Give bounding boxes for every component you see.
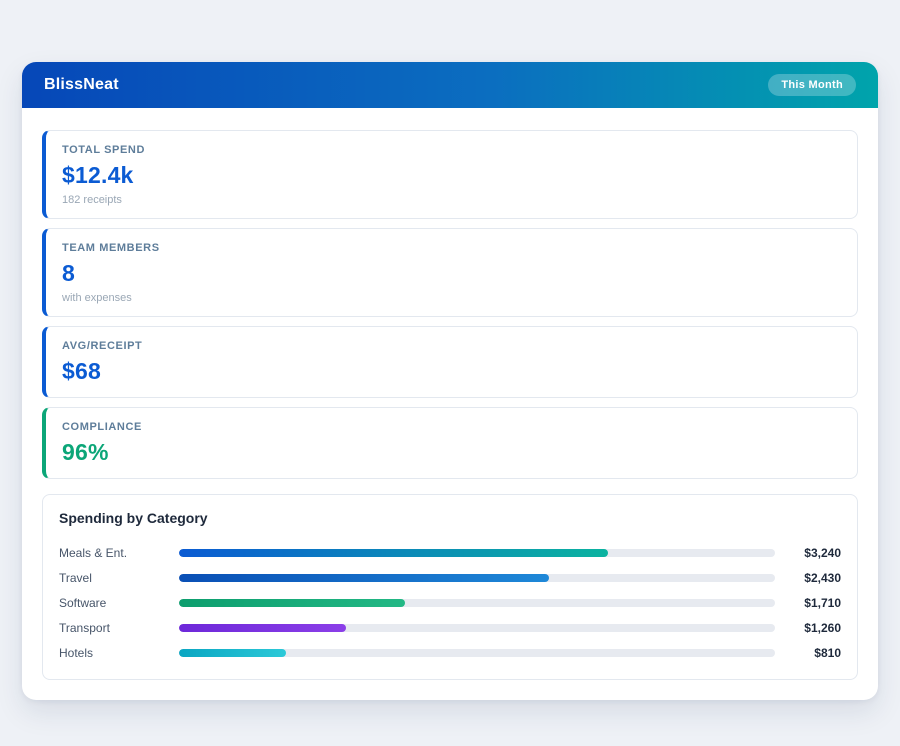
bar-track: [179, 649, 775, 657]
value-label: $810: [775, 646, 841, 660]
stat-label: COMPLIANCE: [62, 421, 841, 433]
app-header: BlissNeat This Month: [22, 62, 878, 108]
stat-subtext: 182 receipts: [62, 194, 841, 206]
stat-card-compliance: COMPLIANCE 96%: [42, 407, 858, 479]
chart-row-transport: Transport $1,260: [59, 615, 841, 640]
stat-label: TOTAL SPEND: [62, 144, 841, 156]
category-label: Software: [59, 596, 179, 610]
value-label: $2,430: [775, 571, 841, 585]
bar-fill-software: [179, 599, 405, 607]
category-label: Meals & Ent.: [59, 546, 179, 560]
spending-by-category-chart: Spending by Category Meals & Ent. $3,240…: [42, 494, 858, 680]
stat-label: TEAM MEMBERS: [62, 242, 841, 254]
value-label: $1,710: [775, 596, 841, 610]
bar-track: [179, 574, 775, 582]
dashboard-card: BlissNeat This Month TOTAL SPEND $12.4k …: [22, 62, 878, 700]
bar-track: [179, 549, 775, 557]
chart-row-software: Software $1,710: [59, 590, 841, 615]
stat-value: 8: [62, 260, 841, 287]
bar-track: [179, 599, 775, 607]
chart-title: Spending by Category: [59, 510, 841, 526]
stat-card-total-spend: TOTAL SPEND $12.4k 182 receipts: [42, 130, 858, 219]
chart-row-travel: Travel $2,430: [59, 565, 841, 590]
bar-fill-travel: [179, 574, 549, 582]
stat-card-avg-receipt: AVG/RECEIPT $68: [42, 326, 858, 398]
bar-fill-transport: [179, 624, 346, 632]
stat-value: 96%: [62, 439, 841, 466]
dashboard-body: TOTAL SPEND $12.4k 182 receipts TEAM MEM…: [22, 108, 878, 700]
stat-card-team-members: TEAM MEMBERS 8 with expenses: [42, 228, 858, 317]
bar-track: [179, 624, 775, 632]
stat-value: $68: [62, 358, 841, 385]
app-title: BlissNeat: [44, 76, 119, 94]
category-label: Travel: [59, 571, 179, 585]
stat-subtext: with expenses: [62, 292, 841, 304]
value-label: $1,260: [775, 621, 841, 635]
category-label: Hotels: [59, 646, 179, 660]
value-label: $3,240: [775, 546, 841, 560]
bar-fill-hotels: [179, 649, 286, 657]
bar-fill-meals: [179, 549, 608, 557]
stat-label: AVG/RECEIPT: [62, 340, 841, 352]
period-badge[interactable]: This Month: [768, 74, 856, 96]
chart-row-meals: Meals & Ent. $3,240: [59, 540, 841, 565]
chart-row-hotels: Hotels $810: [59, 640, 841, 665]
stat-value: $12.4k: [62, 162, 841, 189]
category-label: Transport: [59, 621, 179, 635]
